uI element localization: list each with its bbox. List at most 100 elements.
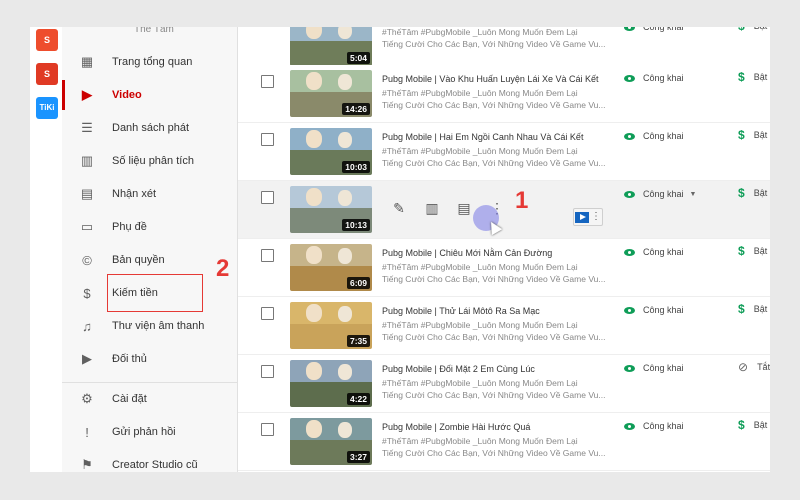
visibility-status[interactable]: Công khai <box>624 73 684 83</box>
visibility-status[interactable]: Công khai <box>624 305 684 315</box>
video-row[interactable]: 4:22 Pubg Mobile | Đối Mặt 2 Em Cùng Lúc #… <box>238 355 770 413</box>
sidebar-item-10[interactable]: ⚙ Cài đặt <box>62 384 238 414</box>
dollar-icon: $ <box>738 70 745 84</box>
row-checkbox[interactable] <box>261 191 274 204</box>
sidebar-item-1[interactable]: ▶ Video <box>62 80 238 110</box>
visibility-label: Công khai <box>643 421 684 431</box>
video-title[interactable]: Pubg Mobile | Hai Em Ngồi Canh Nhau Và C… <box>382 132 583 142</box>
visibility-status[interactable]: Công khai <box>624 363 684 373</box>
video-description-line: #ThếTâm #PubgMobile _Luôn Mong Muốn Đem … <box>382 27 578 37</box>
monetization-status[interactable]: ⊘ Tắt <box>738 360 770 374</box>
edit-icon[interactable]: ✎ <box>388 198 410 218</box>
row-checkbox[interactable] <box>261 249 274 262</box>
feedback-icon: ! <box>85 424 89 440</box>
nav-separator <box>62 382 238 383</box>
studio-window: S S TiKi Thế Tâm ▦ Trang tổng quan ▶ Video ☰… <box>30 27 770 472</box>
visibility-status[interactable]: Công khai <box>624 27 684 32</box>
comments-icon[interactable]: ▤ <box>453 198 475 218</box>
sidebar-item-6[interactable]: © Bản quyền <box>62 245 238 275</box>
sidebar-item-2[interactable]: ☰ Danh sách phát <box>62 113 238 143</box>
sidebar-item-8[interactable]: ♫ Thư viện âm thanh <box>62 311 238 341</box>
old-studio-icon: ⚑ <box>81 457 93 472</box>
monetization-status[interactable]: $ Bật <box>738 302 767 316</box>
analytics-icon[interactable]: ▥ <box>421 198 443 218</box>
row-checkbox[interactable] <box>261 365 274 378</box>
video-thumbnail[interactable]: 3:27 <box>290 418 372 465</box>
video-thumbnail[interactable]: 6:09 <box>290 244 372 291</box>
thumbnail-face <box>306 188 322 206</box>
tiki-app-icon[interactable]: TiKi <box>36 97 58 119</box>
visibility-status[interactable]: Công khai ▼ <box>624 189 696 199</box>
row-checkbox[interactable] <box>261 307 274 320</box>
video-description-line: #ThếTâm #PubgMobile _Luôn Mong Muốn Đem … <box>382 436 578 446</box>
sidebar-item-12[interactable]: ⚑ Creator Studio cũ <box>62 450 238 472</box>
sidebar-item-3[interactable]: ▥ Số liệu phân tích <box>62 146 238 176</box>
dropdown-caret-icon[interactable]: ▼ <box>690 191 697 198</box>
thumbnail-face <box>306 72 322 90</box>
row-checkbox[interactable] <box>261 75 274 88</box>
video-description-line: Tiếng Cười Cho Các Bạn, Với Những Video … <box>382 448 606 458</box>
monetization-label: Bật <box>753 72 768 82</box>
video-row[interactable]: 6:09 Pubg Mobile | Chiêu Mới Nằm Cản Đườn… <box>238 239 770 297</box>
video-title[interactable]: Pubg Mobile | Vào Khu Huấn Luyện Lái Xe … <box>382 74 598 84</box>
sidebar-item-label: Nhận xét <box>112 188 157 200</box>
visibility-status[interactable]: Công khai <box>624 247 684 257</box>
video-description-line: #ThếTâm #PubgMobile _Luôn Mong Muốn Đem … <box>382 146 578 156</box>
visibility-status[interactable]: Công khai <box>624 421 684 431</box>
settings-icon: ⚙ <box>81 391 93 406</box>
eye-icon <box>624 364 635 372</box>
monetization-status[interactable]: $ Bật <box>738 418 767 432</box>
row-checkbox[interactable] <box>261 423 274 436</box>
sidebar-item-9[interactable]: ▶ Đối thủ <box>62 344 238 374</box>
video-title[interactable]: Pubg Mobile | Đối Mặt 2 Em Cùng Lúc <box>382 364 535 374</box>
video-duration: 14:26 <box>342 103 370 115</box>
monetization-status[interactable]: $ Bật <box>738 27 767 33</box>
video-thumbnail[interactable]: 14:26 <box>290 70 372 117</box>
thumbnail-sky <box>290 244 372 266</box>
monetization-status[interactable]: $ Bật <box>738 128 767 142</box>
thumbnail-face <box>306 304 322 322</box>
video-title[interactable]: Pubg Mobile | Chiêu Mới Nằm Cản Đường <box>382 248 552 258</box>
visibility-label: Công khai <box>643 131 684 141</box>
extension-button[interactable]: ⋮ <box>573 208 603 226</box>
video-thumbnail[interactable]: 10:03 <box>290 128 372 175</box>
video-row[interactable]: 14:26 Pubg Mobile | Vào Khu Huấn Luyện Lá… <box>238 65 770 123</box>
video-title[interactable]: Pubg Mobile | Zombie Hài Hước Quá <box>382 422 530 432</box>
row-checkbox[interactable] <box>261 133 274 146</box>
sendo-app-icon[interactable]: S <box>36 63 58 85</box>
video-thumbnail[interactable]: 5:04 <box>290 27 372 66</box>
studio-sidebar: Thế Tâm ▦ Trang tổng quan ▶ Video ☰ Danh sách… <box>62 27 268 472</box>
sidebar-item-label: Phụ đề <box>112 221 147 233</box>
thumbnail-face <box>338 364 352 380</box>
video-thumbnail[interactable]: 4:22 <box>290 360 372 407</box>
thumbnail-face <box>338 190 352 206</box>
monetization-status[interactable]: $ Bật <box>738 244 767 258</box>
sidebar-item-0[interactable]: ▦ Trang tổng quan <box>62 47 238 77</box>
video-description-line: Tiếng Cười Cho Các Bạn, Với Những Video … <box>382 274 606 284</box>
sidebar-item-label: Creator Studio cũ <box>112 459 198 471</box>
video-thumbnail[interactable]: 10:13 <box>290 186 372 233</box>
sidebar-item-label: Đối thủ <box>112 353 147 365</box>
dollar-icon: $ <box>738 244 745 258</box>
video-description-line: #ThếTâm #PubgMobile _Luôn Mong Muốn Đem … <box>382 262 578 272</box>
video-description-line: Tiếng Cười Cho Các Bạn, Với Những Video … <box>382 390 606 400</box>
visibility-status[interactable]: Công khai <box>624 131 684 141</box>
sidebar-item-11[interactable]: ! Gửi phản hồi <box>62 417 238 447</box>
video-row[interactable]: 10:13 ✎ ▥ ▤ ⋮ ⋮ Công khai ▼ $ Bật <box>238 181 770 239</box>
video-duration: 7:35 <box>346 335 370 347</box>
eye-icon <box>624 27 635 31</box>
monetization-status[interactable]: $ Bật <box>738 186 767 200</box>
monetization-status[interactable]: $ Bật <box>738 70 767 84</box>
sidebar-item-4[interactable]: ▤ Nhận xét <box>62 179 238 209</box>
video-thumbnail[interactable]: 7:35 <box>290 302 372 349</box>
annotation-number-1: 1 <box>515 187 529 214</box>
video-title[interactable]: Pubg Mobile | Thử Lái Môtô Ra Sa Mạc <box>382 306 540 316</box>
video-description: #ThếTâm #PubgMobile _Luôn Mong Muốn Đem … <box>382 377 606 401</box>
sidebar-item-5[interactable]: ▭ Phụ đề <box>62 212 238 242</box>
video-row[interactable]: 3:27 Pubg Mobile | Zombie Hài Hước Quá #Th… <box>238 413 770 471</box>
annotation-number-2: 2 <box>216 255 230 282</box>
video-row[interactable]: 7:35 Pubg Mobile | Thử Lái Môtô Ra Sa Mạc… <box>238 297 770 355</box>
shopee-app-icon[interactable]: S <box>36 29 58 51</box>
thumbnail-face <box>338 132 352 148</box>
video-row[interactable]: 10:03 Pubg Mobile | Hai Em Ngồi Canh Nhau… <box>238 123 770 181</box>
